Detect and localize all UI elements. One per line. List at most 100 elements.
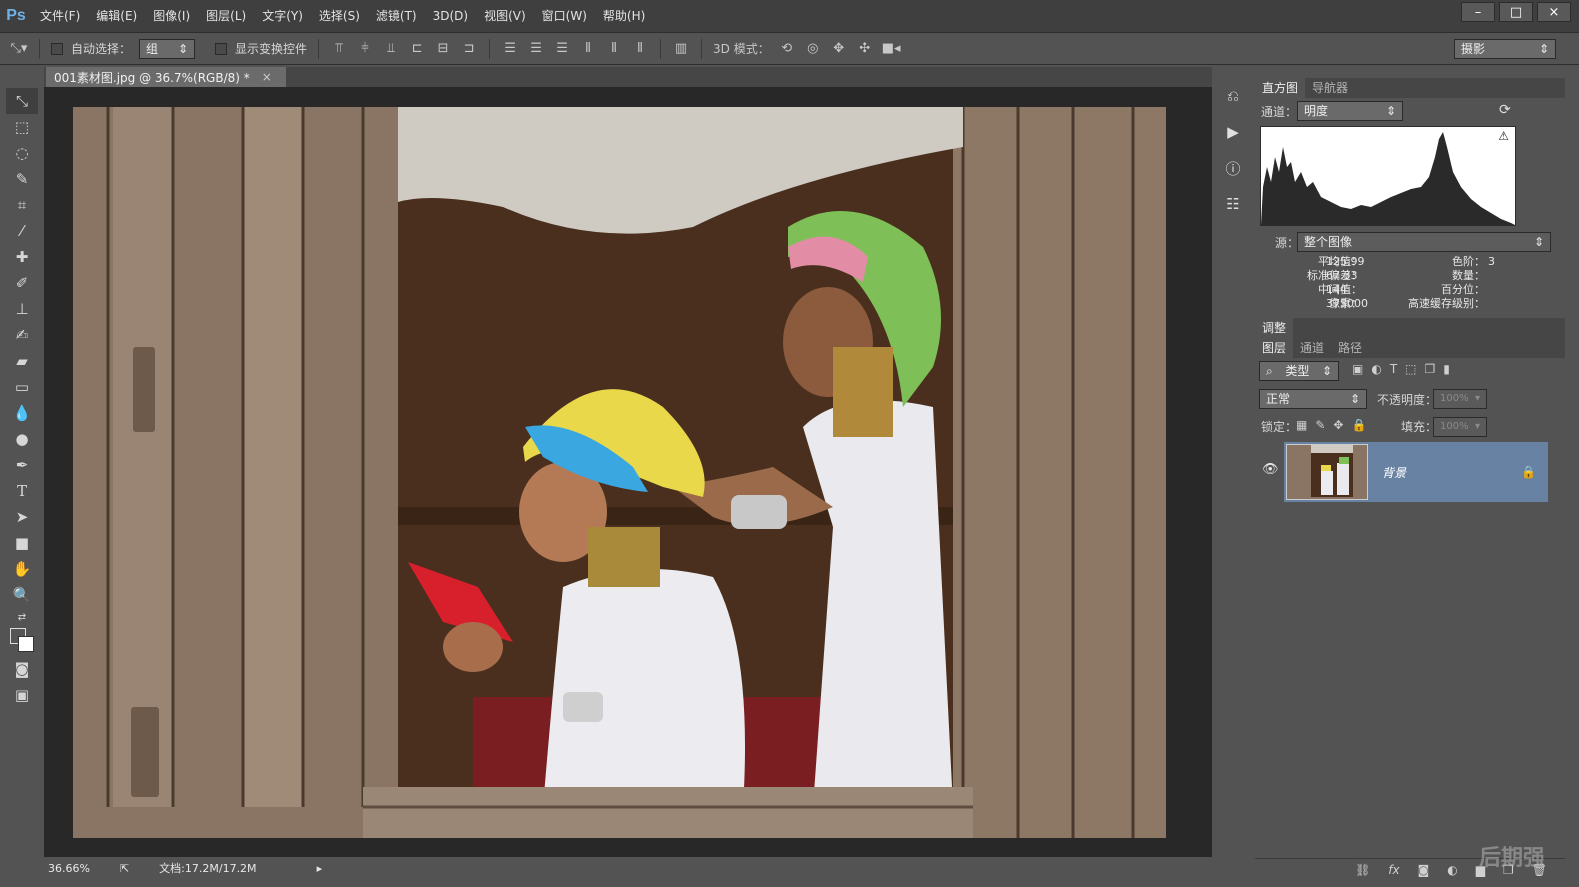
menu-view[interactable]: 视图(V) — [476, 0, 534, 32]
menu-window[interactable]: 窗口(W) — [534, 0, 595, 32]
tab-channels[interactable]: 通道 — [1293, 338, 1331, 358]
3d-slide-icon[interactable]: ✣ — [856, 41, 874, 56]
type-tool-icon[interactable]: T — [6, 478, 38, 504]
filter-pixel-icon[interactable]: ▣ — [1352, 362, 1363, 376]
opacity-input[interactable]: 100% ▾ — [1433, 389, 1487, 409]
lock-position-icon[interactable]: ✥ — [1333, 418, 1343, 432]
minimize-button[interactable]: – — [1461, 2, 1495, 22]
pen-tool-icon[interactable]: ✒ — [6, 452, 38, 478]
maximize-button[interactable]: □ — [1499, 2, 1533, 22]
distribute-right-icon[interactable]: ⦀ — [631, 41, 649, 56]
lock-transparent-icon[interactable]: ▦ — [1296, 418, 1307, 432]
menu-filter[interactable]: 滤镜(T) — [368, 0, 425, 32]
cache-warning-icon[interactable]: ⚠ — [1498, 129, 1509, 143]
rectangle-tool-icon[interactable]: ■ — [6, 530, 38, 556]
background-color-swatch[interactable] — [18, 636, 34, 652]
move-tool-icon[interactable]: ⤡ — [6, 88, 38, 114]
align-hcenter-icon[interactable]: ⊟ — [434, 41, 452, 56]
auto-select-checkbox[interactable] — [51, 42, 63, 55]
menu-file[interactable]: 文件(F) — [32, 0, 88, 32]
align-right-icon[interactable]: ⊐ — [460, 41, 478, 56]
zoom-tool-icon[interactable]: 🔍 — [6, 582, 38, 608]
distribute-left-icon[interactable]: ⦀ — [579, 41, 597, 56]
fx-icon[interactable]: fx — [1388, 863, 1399, 877]
auto-align-icon[interactable]: ▥ — [672, 41, 690, 56]
menu-3d[interactable]: 3D(D) — [425, 0, 476, 32]
align-top-icon[interactable]: ⫪ — [330, 41, 348, 56]
status-menu-arrow-icon[interactable]: ▸ — [317, 862, 323, 875]
fill-input[interactable]: 100% ▾ — [1433, 417, 1487, 437]
close-button[interactable]: × — [1537, 2, 1571, 22]
refresh-icon[interactable]: ⟳ — [1499, 102, 1511, 118]
add-mask-icon[interactable]: ◙ — [1418, 863, 1430, 877]
close-tab-icon[interactable]: × — [262, 70, 272, 84]
align-vcenter-icon[interactable]: ⫩ — [356, 41, 374, 56]
menu-type[interactable]: 文字(Y) — [254, 0, 311, 32]
crop-tool-icon[interactable]: ⌗ — [6, 192, 38, 218]
history-icon[interactable]: ⎌ — [1214, 78, 1252, 114]
document-tab[interactable]: 001素材图.jpg @ 36.7%(RGB/8) * × — [46, 67, 286, 87]
distribute-bottom-icon[interactable]: ☰ — [553, 41, 571, 56]
3d-rotate-icon[interactable]: ⟲ — [778, 41, 796, 56]
gradient-tool-icon[interactable]: ▭ — [6, 374, 38, 400]
3d-scale-icon[interactable]: ■◂ — [882, 41, 901, 56]
eraser-tool-icon[interactable]: ▰ — [6, 348, 38, 374]
menu-select[interactable]: 选择(S) — [311, 0, 368, 32]
align-bottom-icon[interactable]: ⫫ — [382, 41, 400, 56]
filter-shape-icon[interactable]: ⬚ — [1405, 362, 1416, 376]
align-left-icon[interactable]: ⊏ — [408, 41, 426, 56]
tab-paths[interactable]: 路径 — [1331, 338, 1369, 358]
eyedropper-tool-icon[interactable]: ⁄ — [6, 218, 38, 244]
blur-tool-icon[interactable]: 💧 — [6, 400, 38, 426]
distribute-hcenter-icon[interactable]: ⦀ — [605, 41, 623, 56]
menu-image[interactable]: 图像(I) — [145, 0, 198, 32]
filter-toggle-icon[interactable]: ▮ — [1443, 362, 1450, 376]
layer-name[interactable]: 背景 — [1382, 464, 1406, 481]
distribute-vcenter-icon[interactable]: ☰ — [527, 41, 545, 56]
auto-select-dropdown[interactable]: 组 ⇕ — [139, 38, 196, 59]
lock-all-icon[interactable]: 🔒 — [1351, 418, 1366, 432]
color-swatches[interactable] — [6, 626, 38, 656]
workspace-dropdown[interactable]: 摄影 ⇕ — [1454, 39, 1556, 59]
filter-type-icon[interactable]: T — [1390, 362, 1397, 376]
layer-row-background[interactable]: 背景 🔒 — [1284, 442, 1548, 502]
brush-tool-icon[interactable]: ✐ — [6, 270, 38, 296]
channel-dropdown[interactable]: 明度 ⇕ — [1297, 101, 1403, 121]
tab-layers[interactable]: 图层 — [1255, 338, 1294, 358]
3d-pan-icon[interactable]: ✥ — [830, 41, 848, 56]
menu-help[interactable]: 帮助(H) — [595, 0, 653, 32]
photo-canvas[interactable] — [73, 107, 1166, 838]
hand-tool-icon[interactable]: ✋ — [6, 556, 38, 582]
link-layers-icon[interactable]: ⛓ — [1355, 863, 1370, 877]
move-tool-preset-icon[interactable]: ⤡▾ — [10, 41, 28, 56]
lock-pixels-icon[interactable]: ✎ — [1315, 418, 1325, 432]
healing-brush-tool-icon[interactable]: ✚ — [6, 244, 38, 270]
new-adjustment-layer-icon[interactable]: ◐ — [1447, 863, 1457, 877]
menu-edit[interactable]: 编辑(E) — [88, 0, 145, 32]
dodge-tool-icon[interactable]: ● — [6, 426, 38, 452]
source-dropdown[interactable]: 整个图像 ⇕ — [1297, 232, 1551, 252]
actions-play-icon[interactable]: ▶ — [1214, 114, 1252, 150]
layer-filter-dropdown[interactable]: ⌕ 类型 ⇕ — [1259, 361, 1339, 381]
visibility-eye-icon[interactable]: 👁 — [1262, 462, 1279, 477]
filter-adjustment-icon[interactable]: ◐ — [1371, 362, 1381, 376]
menu-layer[interactable]: 图层(L) — [198, 0, 254, 32]
clone-stamp-tool-icon[interactable]: ⊥ — [6, 296, 38, 322]
filter-smart-object-icon[interactable]: ❐ — [1425, 362, 1436, 376]
quick-select-tool-icon[interactable]: ✎ — [6, 166, 38, 192]
export-icon[interactable]: ⇱ — [120, 862, 129, 875]
tab-adjustments[interactable]: 调整 — [1255, 318, 1294, 338]
screen-mode-icon[interactable]: ▣ — [6, 682, 38, 708]
zoom-level[interactable]: 36.66% — [48, 862, 90, 875]
properties-icon[interactable]: ☷ — [1214, 186, 1252, 222]
quick-mask-icon[interactable]: ◙ — [6, 656, 38, 682]
tab-histogram[interactable]: 直方图 — [1255, 78, 1306, 98]
swap-colors-icon[interactable]: ⇄ — [6, 608, 38, 626]
lasso-tool-icon[interactable]: ◌ — [6, 140, 38, 166]
show-transform-checkbox[interactable] — [215, 42, 228, 55]
marquee-tool-icon[interactable]: ⬚ — [6, 114, 38, 140]
distribute-top-icon[interactable]: ☰ — [501, 41, 519, 56]
blend-mode-dropdown[interactable]: 正常 ⇕ — [1259, 389, 1367, 409]
path-select-tool-icon[interactable]: ➤ — [6, 504, 38, 530]
3d-roll-icon[interactable]: ◎ — [804, 41, 822, 56]
